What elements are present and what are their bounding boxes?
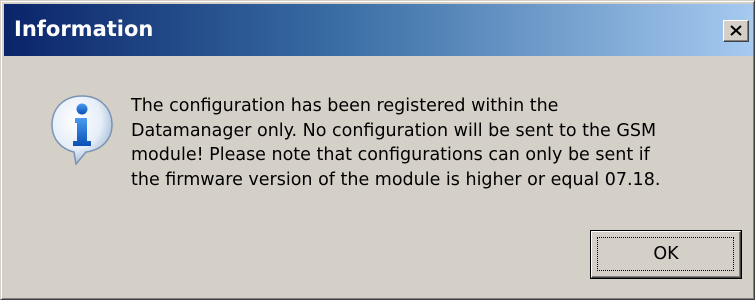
title-bar[interactable]: Information <box>4 4 753 56</box>
information-dialog: Information The configuration has been r… <box>0 0 755 300</box>
dialog-content: The configuration has been registered wi… <box>4 56 753 298</box>
dialog-title: Information <box>14 17 154 41</box>
dialog-message: The configuration has been registered wi… <box>131 96 661 190</box>
ok-button-label: OK <box>653 244 679 264</box>
info-icon <box>51 95 113 166</box>
ok-button[interactable]: OK <box>591 231 741 278</box>
close-icon <box>730 25 742 36</box>
close-button[interactable] <box>723 20 749 42</box>
